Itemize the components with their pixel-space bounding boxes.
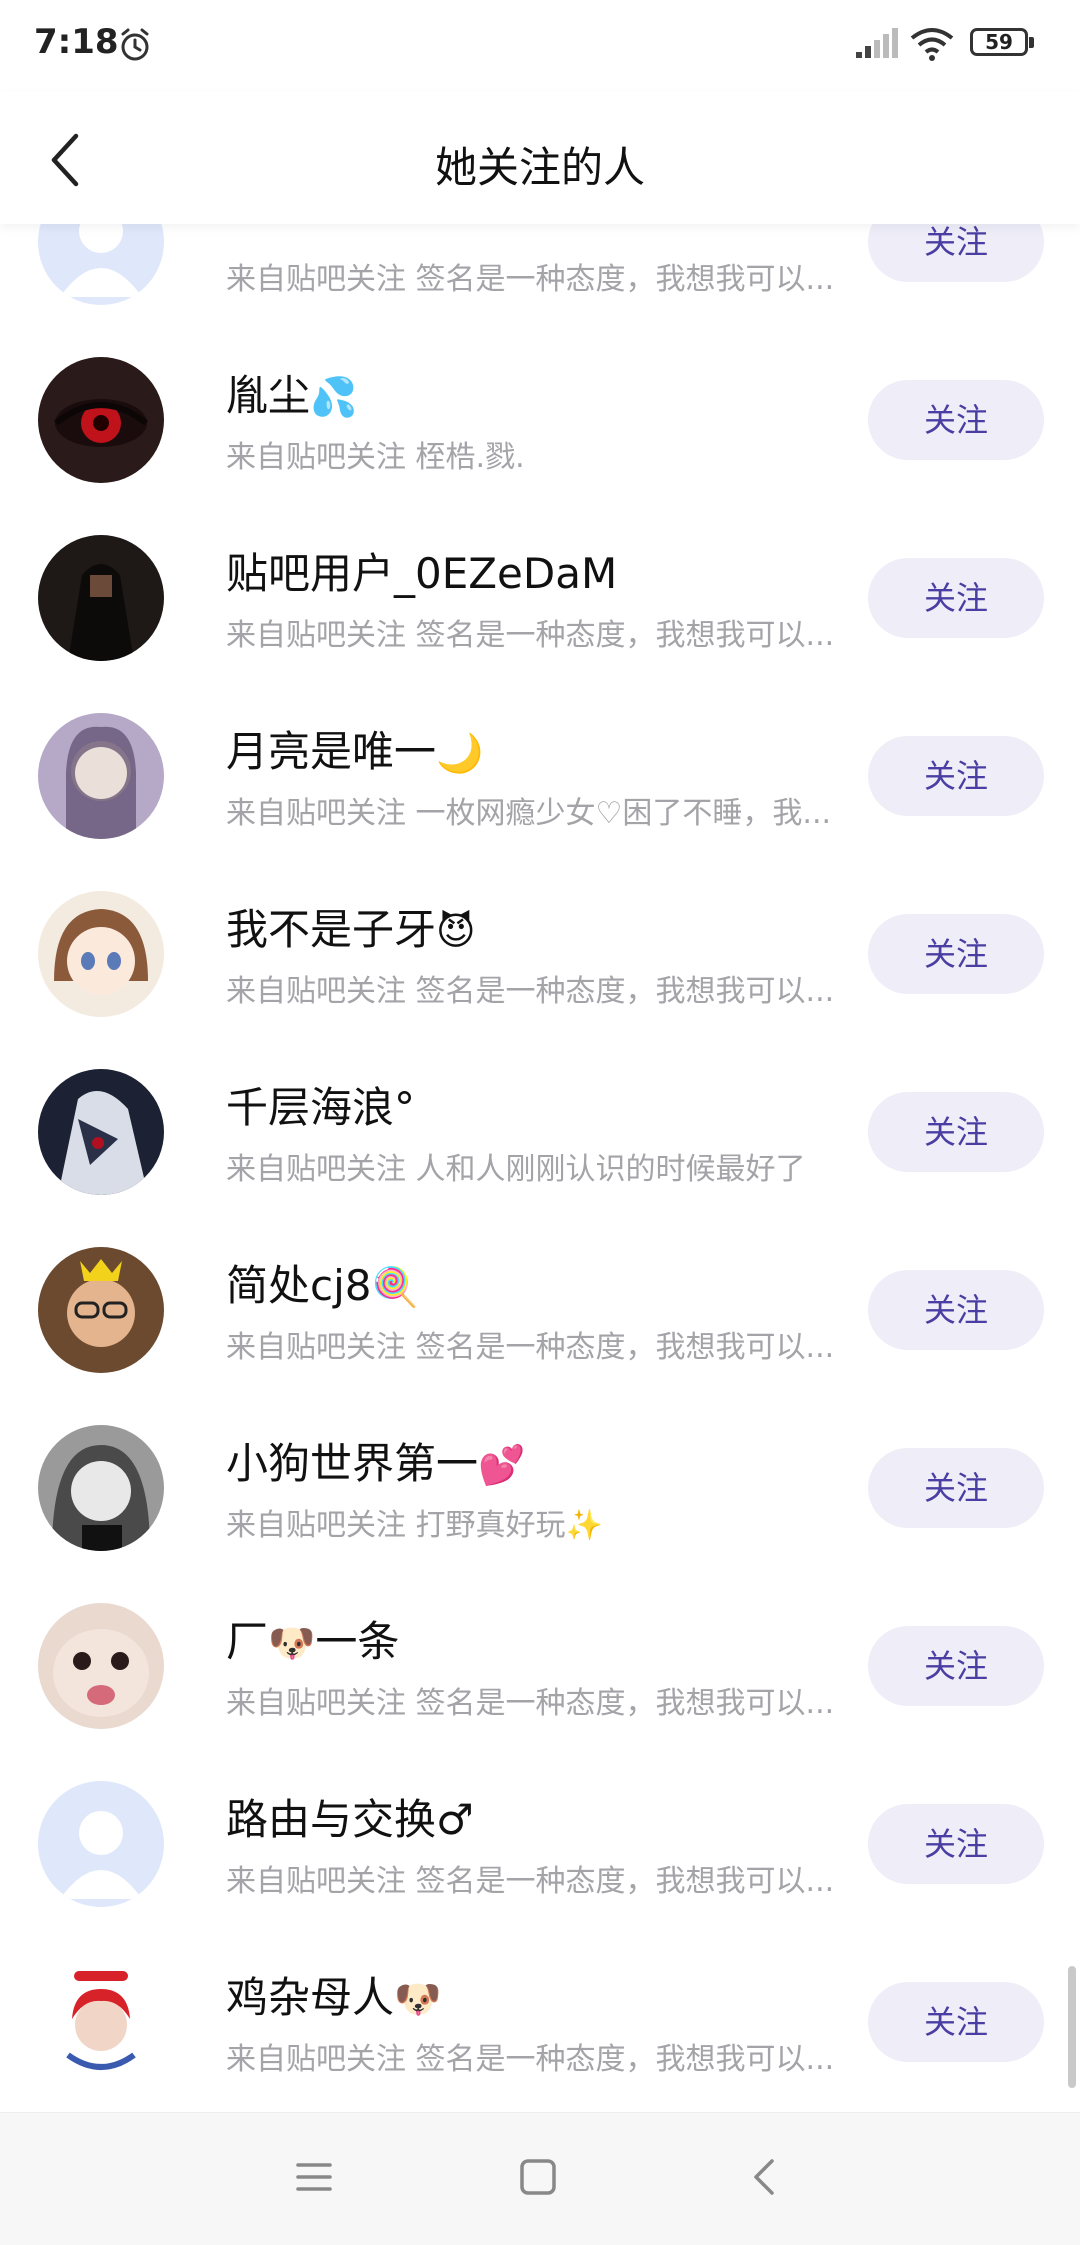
user-name-text: 路由与交换♂ — [226, 1795, 474, 1844]
signal-icon — [856, 28, 898, 58]
user-signature: 来自贴吧关注 一枚网瘾少女♡困了不睡，我... — [226, 796, 832, 831]
user-signature: 来自贴吧关注 签名是一种态度，我想我可以... — [226, 1330, 835, 1365]
list-item[interactable]: 贴吧用户_0EZeDaM 来自贴吧关注 签名是一种态度，我想我可以... 关注 — [0, 508, 1080, 686]
user-name-text: 简处cj8 — [226, 1261, 372, 1310]
avatar[interactable] — [38, 357, 164, 483]
user-name[interactable]: 月亮是唯一🌙 — [226, 718, 483, 779]
avatar[interactable] — [38, 713, 164, 839]
list-item[interactable]: 厂🐶一条来自贴吧关注 签名是一种态度，我想我可以... 关注 — [0, 1576, 1080, 1754]
user-signature: 来自贴吧关注 签名是一种态度，我想我可以... — [226, 2042, 835, 2077]
user-name-text: 千层海浪° — [226, 1083, 416, 1132]
battery-indicator: 59 — [970, 28, 1036, 60]
page-title: 她关注的人 — [434, 143, 645, 192]
user-signature: 来自贴吧关注 签名是一种态度，我想我可以... — [226, 262, 835, 297]
scrollbar[interactable] — [1068, 1966, 1076, 2088]
follow-button[interactable]: 关注 — [868, 1270, 1044, 1350]
user-name-text: 贴吧用户_0EZeDaM — [226, 549, 618, 598]
user-name-suffix: 一条 — [315, 1617, 400, 1666]
home-square-icon[interactable] — [514, 2153, 562, 2201]
back-icon[interactable] — [742, 2153, 790, 2201]
user-signature: 来自贴吧关注 人和人刚刚认识的时候最好了 — [226, 1152, 806, 1187]
list-item[interactable]: 鸡杂母人🐶 来自贴吧关注 签名是一种态度，我想我可以... 关注 — [0, 1932, 1080, 2110]
user-signature: 来自贴吧关注 签名是一种态度，我想我可以... — [226, 1686, 835, 1721]
user-name-text: 月亮是唯一 — [226, 727, 437, 776]
avatar[interactable] — [38, 1247, 164, 1373]
following-list[interactable]: IG-Pull来自贴吧关注 签名是一种态度，我想我可以...关注胤尘💦来自贴吧关… — [0, 224, 1080, 2112]
user-name[interactable]: IG-Pull — [226, 224, 361, 233]
user-signature: 来自贴吧关注 签名是一种态度，我想我可以... — [226, 618, 835, 653]
user-name-text: 我不是子牙 — [226, 905, 437, 954]
avatar[interactable] — [38, 535, 164, 661]
user-signature: 来自贴吧关注 打野真好玩✨ — [226, 1508, 603, 1543]
user-name[interactable]: 胤尘💦 — [226, 362, 357, 423]
battery-level: 59 — [985, 30, 1013, 54]
follow-button[interactable]: 关注 — [868, 1982, 1044, 2062]
page-header: 她关注的人 — [0, 92, 1080, 224]
status-time: 7:18 — [34, 22, 119, 62]
list-item[interactable]: 月亮是唯一🌙 来自贴吧关注 一枚网瘾少女♡困了不睡，我... 关注 — [0, 686, 1080, 864]
emoji-icon: 😈 — [436, 909, 476, 953]
follow-button[interactable]: 关注 — [868, 558, 1044, 638]
emoji-icon: 💦 — [310, 375, 358, 419]
avatar[interactable] — [38, 1959, 164, 2085]
follow-button[interactable]: 关注 — [868, 1626, 1044, 1706]
follow-button[interactable]: 关注 — [868, 224, 1044, 282]
list-item[interactable]: 小狗世界第一💕 来自贴吧关注 打野真好玩✨ 关注 — [0, 1398, 1080, 1576]
user-name[interactable]: 千层海浪° — [226, 1074, 415, 1135]
list-item[interactable]: 千层海浪° 来自贴吧关注 人和人刚刚认识的时候最好了 关注 — [0, 1042, 1080, 1220]
emoji-icon: 🐶 — [394, 1977, 442, 2021]
follow-button[interactable]: 关注 — [868, 736, 1044, 816]
user-name[interactable]: 贴吧用户_0EZeDaM — [226, 540, 617, 601]
emoji-icon: 🌙 — [436, 731, 484, 775]
avatar[interactable] — [38, 1425, 164, 1551]
status-bar: 7:18 59 — [0, 0, 1080, 92]
avatar[interactable] — [38, 1781, 164, 1907]
user-name[interactable]: 鸡杂母人🐶 — [226, 1964, 441, 2025]
user-name-text: 小狗世界第一 — [226, 1439, 479, 1488]
user-name-text: 鸡杂母人 — [226, 1973, 395, 2022]
follow-button[interactable]: 关注 — [868, 914, 1044, 994]
system-nav-bar — [0, 2112, 1080, 2245]
user-name[interactable]: 简处cj8🍭 — [226, 1252, 419, 1313]
user-signature: 来自贴吧关注 桎梏.戮. — [226, 440, 525, 475]
avatar[interactable] — [38, 224, 164, 305]
list-item[interactable]: 我不是子牙😈 来自贴吧关注 签名是一种态度，我想我可以... 关注 — [0, 864, 1080, 1042]
avatar[interactable] — [38, 1069, 164, 1195]
wifi-icon — [910, 28, 954, 61]
user-name[interactable]: 我不是子牙😈 — [226, 896, 476, 957]
menu-icon[interactable] — [290, 2153, 338, 2201]
user-name[interactable]: 小狗世界第一💕 — [226, 1430, 525, 1491]
follow-button[interactable]: 关注 — [868, 1092, 1044, 1172]
follow-button[interactable]: 关注 — [868, 1448, 1044, 1528]
alarm-icon — [121, 28, 149, 61]
list-item[interactable]: IG-Pull 来自贴吧关注 签名是一种态度，我想我可以... 关注 — [0, 224, 1080, 330]
user-name-text: 胤尘 — [226, 371, 311, 420]
user-name-text: IG-Pull — [226, 224, 361, 233]
follow-button[interactable]: 关注 — [868, 380, 1044, 460]
user-name[interactable]: 厂🐶一条 — [226, 1608, 399, 1669]
user-signature: 来自贴吧关注 签名是一种态度，我想我可以... — [226, 1864, 835, 1899]
follow-button[interactable]: 关注 — [868, 1804, 1044, 1884]
emoji-icon: 🐶 — [268, 1621, 316, 1665]
user-signature: 来自贴吧关注 签名是一种态度，我想我可以... — [226, 974, 835, 1009]
emoji-icon: 💕 — [478, 1443, 526, 1487]
list-item[interactable]: 路由与交换♂ 来自贴吧关注 签名是一种态度，我想我可以... 关注 — [0, 1754, 1080, 1932]
user-name-text: 厂 — [226, 1617, 269, 1666]
list-item[interactable]: 简处cj8🍭 来自贴吧关注 签名是一种态度，我想我可以... 关注 — [0, 1220, 1080, 1398]
avatar[interactable] — [38, 891, 164, 1017]
list-item[interactable]: 胤尘💦 来自贴吧关注 桎梏.戮. 关注 — [0, 330, 1080, 508]
avatar[interactable] — [38, 1603, 164, 1729]
user-name[interactable]: 路由与交换♂ — [226, 1786, 474, 1847]
emoji-icon: 🍭 — [371, 1265, 419, 1309]
